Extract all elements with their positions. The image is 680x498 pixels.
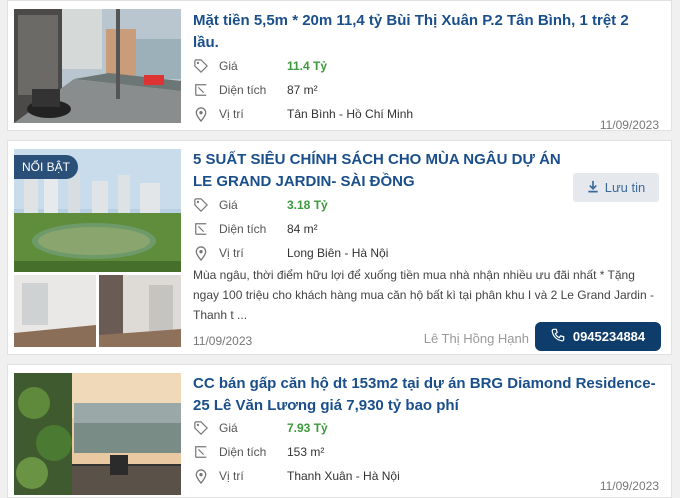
area-label: Diện tích xyxy=(219,222,267,236)
save-listing-button[interactable]: Lưu tin xyxy=(573,173,659,202)
area-icon xyxy=(193,444,209,460)
price-value: 3.18 Tỷ xyxy=(287,198,328,212)
phone-icon xyxy=(551,328,565,345)
listing-photo-thumb[interactable] xyxy=(99,275,181,347)
area-icon xyxy=(193,221,209,237)
map-pin-icon xyxy=(193,468,209,484)
featured-badge: NỔI BẬT xyxy=(14,155,79,179)
location-value: Long Biên - Hà Nội xyxy=(287,246,389,260)
listing-title[interactable]: Mặt tiền 5,5m * 20m 11,4 tỷ Bùi Thị Xuân… xyxy=(193,10,657,54)
map-pin-icon xyxy=(193,245,209,261)
listing-title[interactable]: 5 SUẤT SIÊU CHÍNH SÁCH CHO MÙA NGÂU DỰ Á… xyxy=(193,149,561,193)
location-value: Tân Bình - Hồ Chí Minh xyxy=(287,107,414,121)
area-label: Diện tích xyxy=(219,83,267,97)
tag-icon xyxy=(193,197,209,213)
listing-date: 11/09/2023 xyxy=(193,334,253,348)
location-label: Vị trí xyxy=(219,107,244,121)
location-label: Vị trí xyxy=(219,246,244,260)
area-icon xyxy=(193,82,209,98)
save-listing-label: Lưu tin xyxy=(604,180,646,195)
listing-date: 11/09/2023 xyxy=(599,479,659,493)
location-label: Vị trí xyxy=(219,469,244,483)
area-label: Diện tích xyxy=(219,445,267,459)
listing-photo-thumb[interactable] xyxy=(14,275,96,347)
call-phone-button[interactable]: 0945234884 xyxy=(535,322,661,351)
area-value: 87 m² xyxy=(287,83,318,97)
map-pin-icon xyxy=(193,106,209,122)
listing-photo[interactable] xyxy=(14,9,181,123)
listing-card[interactable]: CC bán gấp căn hộ dt 153m2 tại dự án BRG… xyxy=(7,364,672,498)
listing-title[interactable]: CC bán gấp căn hộ dt 153m2 tại dự án BRG… xyxy=(193,373,657,417)
listing-card[interactable]: Mặt tiền 5,5m * 20m 11,4 tỷ Bùi Thị Xuân… xyxy=(7,0,672,132)
location-value: Thanh Xuân - Hà Nội xyxy=(287,469,400,483)
area-value: 84 m² xyxy=(287,222,318,236)
listing-date: 11/09/2023 xyxy=(599,118,659,132)
listing-description: Mùa ngâu, thời điểm hữu lợi để xuống tiề… xyxy=(193,268,654,322)
phone-number: 0945234884 xyxy=(572,329,646,344)
tag-icon xyxy=(193,58,209,74)
price-value: 7.93 Tỷ xyxy=(287,421,328,435)
listing-card[interactable]: NỔI BẬT 5 SUẤT SIÊU CHÍNH SÁCH CHO MÙA N… xyxy=(7,140,672,355)
price-label: Giá xyxy=(219,198,238,212)
agent-name[interactable]: Lê Thị Hồng Hạnh xyxy=(424,331,529,346)
price-value: 11.4 Tỷ xyxy=(287,59,328,73)
price-label: Giá xyxy=(219,421,238,435)
download-icon xyxy=(587,180,599,196)
area-value: 153 m² xyxy=(287,445,325,459)
tag-icon xyxy=(193,420,209,436)
price-label: Giá xyxy=(219,59,238,73)
listing-photo[interactable] xyxy=(14,373,181,495)
